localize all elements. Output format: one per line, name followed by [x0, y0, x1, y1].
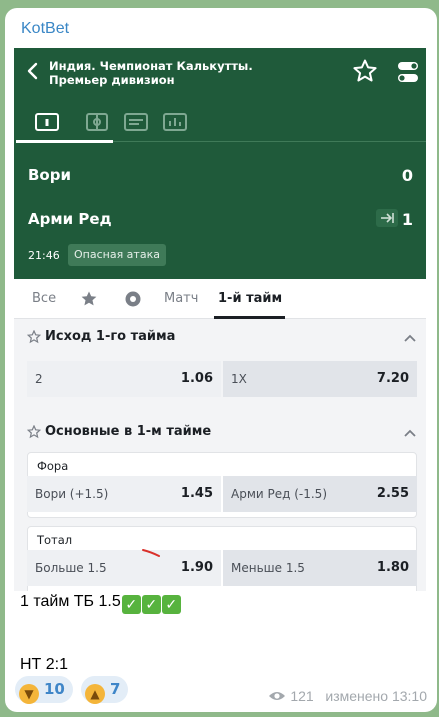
- odd-label: Больше 1.5: [35, 561, 107, 575]
- odd-button[interactable]: Вори (+1.5) 1.45: [27, 476, 221, 512]
- odd-label: Арми Ред (-1.5): [231, 487, 327, 501]
- check-mark-icon: ✓: [161, 595, 181, 614]
- eye-icon: [269, 692, 286, 700]
- reaction-thumbs-up[interactable]: ▲ 7: [81, 676, 129, 704]
- section-title-main-first-half: Основные в 1-м тайме: [45, 424, 212, 439]
- odd-button[interactable]: Арми Ред (-1.5) 2.55: [223, 476, 417, 512]
- match-header: Индия. Чемпионат Калькутты. Премьер диви…: [14, 48, 426, 279]
- group-title-total: Тотал: [37, 533, 73, 547]
- odd-value: 1.90: [180, 560, 213, 575]
- stats-view-icon[interactable]: [162, 112, 188, 132]
- odd-label: 2: [35, 372, 43, 386]
- edited-time: изменено 13:10: [325, 688, 427, 704]
- away-team-score: 1: [401, 210, 413, 229]
- away-team-name: Арми Ред: [28, 210, 112, 228]
- tab-match[interactable]: Матч: [164, 291, 198, 306]
- market-tabs: Все Матч 1-й тайм: [14, 279, 426, 319]
- thumbs-down-icon: ▼: [19, 684, 39, 704]
- view-tabs-divider: [113, 141, 426, 142]
- odds-row: Больше 1.5 1.90 Меньше 1.5 1.80: [27, 550, 417, 586]
- message-meta: 121 изменено 13:10: [268, 688, 427, 704]
- odd-button[interactable]: Меньше 1.5 1.80: [223, 550, 417, 586]
- status-badge: Опасная атака: [68, 244, 166, 266]
- tab-settings-gear-icon[interactable]: [124, 290, 142, 308]
- message-line-2: НТ 2:1: [20, 656, 69, 673]
- match-time: 21:46: [28, 249, 60, 262]
- section-star-icon[interactable]: [27, 425, 41, 439]
- favorite-star-icon[interactable]: [352, 58, 378, 84]
- thumbs-up-icon: ▲: [85, 684, 105, 704]
- scoreboard-view-icon[interactable]: [34, 112, 60, 132]
- possession-arrow-icon: [376, 209, 398, 227]
- tab-favorites-star-icon[interactable]: [80, 290, 98, 308]
- reaction-count: 7: [110, 680, 121, 698]
- odd-button[interactable]: Больше 1.5 1.90: [27, 550, 221, 586]
- reaction-count: 10: [44, 680, 65, 698]
- screenshot-image[interactable]: Индия. Чемпионат Калькутты. Премьер диви…: [14, 48, 426, 591]
- league-title: Индия. Чемпионат Калькутты. Премьер диви…: [49, 59, 253, 87]
- tab-first-half[interactable]: 1-й тайм: [218, 291, 282, 306]
- odds-row: 2 1.06 1X 7.20: [27, 361, 417, 397]
- settings-toggle-icon[interactable]: [397, 60, 419, 84]
- odd-value: 7.20: [376, 371, 409, 386]
- field-view-icon[interactable]: [84, 112, 110, 132]
- message-text: 1 тайм ТБ 1.5: [20, 593, 121, 610]
- back-arrow-icon[interactable]: [26, 62, 40, 80]
- home-team-score: 0: [401, 166, 413, 185]
- section-title-first-half-result: Исход 1-го тайма: [45, 329, 176, 344]
- odd-label: 1X: [231, 372, 247, 386]
- tab-all[interactable]: Все: [32, 291, 56, 306]
- odd-value: 2.55: [376, 486, 409, 501]
- odd-value: 1.80: [376, 560, 409, 575]
- home-team-name: Вори: [28, 166, 71, 184]
- odd-button[interactable]: 2 1.06: [27, 361, 221, 397]
- odd-button[interactable]: 1X 7.20: [223, 361, 417, 397]
- lineup-view-icon[interactable]: [123, 112, 149, 132]
- chevron-up-icon[interactable]: [403, 333, 417, 343]
- chevron-up-icon[interactable]: [403, 428, 417, 438]
- odds-row: Вори (+1.5) 1.45 Арми Ред (-1.5) 2.55: [27, 476, 417, 512]
- check-mark-icon: ✓: [121, 595, 141, 614]
- odd-label: Меньше 1.5: [231, 561, 305, 575]
- reaction-thumbs-down[interactable]: ▼ 10: [15, 676, 73, 704]
- message-bubble: KotBet Индия. Чемпионат Калькутты. Премь…: [5, 8, 437, 712]
- odd-value: 1.45: [180, 486, 213, 501]
- odd-label: Вори (+1.5): [35, 487, 109, 501]
- red-pen-mark: [142, 549, 160, 557]
- check-mark-icon: ✓: [141, 595, 161, 614]
- group-title-handicap: Фора: [37, 459, 69, 473]
- odd-value: 1.06: [180, 371, 213, 386]
- views-count: 121: [290, 688, 314, 704]
- active-view-underline: [16, 140, 113, 143]
- section-star-icon[interactable]: [27, 330, 41, 344]
- message-line-1: 1 тайм ТБ 1.5 ✓ ✓ ✓: [20, 593, 181, 614]
- channel-name[interactable]: KotBet: [21, 20, 69, 38]
- active-tab-underline: [214, 316, 285, 319]
